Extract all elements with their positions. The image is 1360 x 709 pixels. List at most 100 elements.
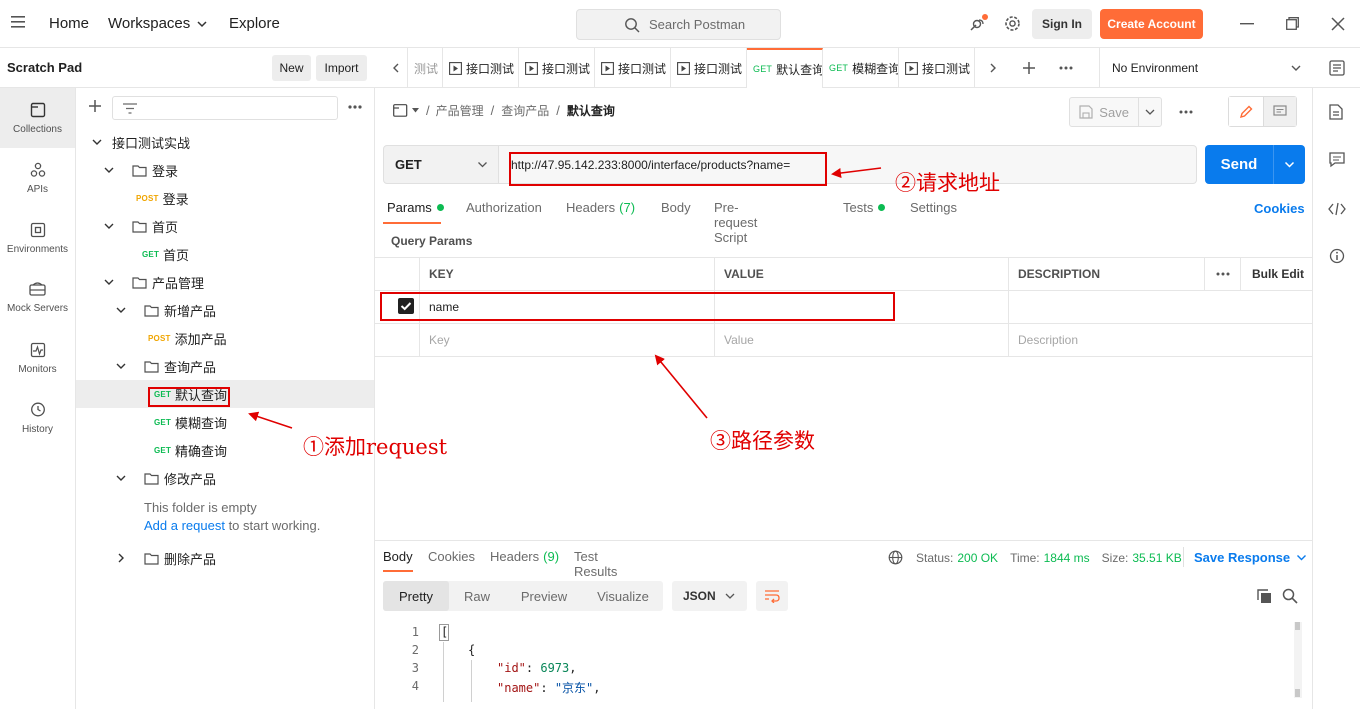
save-response-button[interactable]: Save Response [1194, 550, 1307, 565]
tab-tests[interactable]: Tests [843, 200, 886, 215]
tab-more-icon[interactable] [1059, 66, 1073, 70]
copy-icon[interactable] [1257, 589, 1272, 604]
tab-item[interactable]: GET 模糊查询 [823, 48, 899, 88]
breadcrumb-item[interactable]: 产品管理 [436, 102, 484, 119]
satellite-icon[interactable] [968, 14, 988, 34]
param-description-input[interactable] [1008, 290, 1312, 323]
response-tab-cookies[interactable]: Cookies [428, 549, 475, 564]
import-button[interactable]: Import [316, 55, 367, 81]
param-enabled-checkbox[interactable] [398, 298, 414, 314]
tab-headers[interactable]: Headers (7) [566, 200, 635, 215]
tab-item[interactable]: 接口测试 [443, 48, 519, 88]
close-icon[interactable] [1331, 17, 1345, 31]
tab-settings[interactable]: Settings [910, 200, 957, 215]
response-tab-test-results[interactable]: Test Results [574, 549, 617, 579]
caret-down-icon[interactable] [411, 106, 420, 115]
scrollbar-bottom-thumb[interactable] [1295, 689, 1300, 697]
rail-monitors[interactable]: Monitors [0, 328, 75, 388]
bulk-edit-button[interactable]: Bulk Edit [1242, 257, 1304, 290]
new-tab-plus-icon[interactable] [1022, 61, 1036, 75]
nav-explore[interactable]: Explore [229, 15, 280, 32]
url-input[interactable]: http://47.95.142.233:8000/interface/prod… [499, 145, 1197, 184]
tab-body[interactable]: Body [661, 200, 691, 215]
rail-environments[interactable]: Environments [0, 208, 75, 268]
response-search-icon[interactable] [1282, 588, 1298, 604]
documentation-icon[interactable] [1329, 104, 1343, 120]
sign-in-button[interactable]: Sign In [1032, 9, 1092, 39]
new-button[interactable]: New [272, 55, 311, 81]
send-dropdown[interactable] [1273, 145, 1305, 184]
send-button[interactable]: Send [1205, 145, 1273, 184]
tab-active-default-query[interactable]: GET 默认查询 [747, 48, 823, 88]
tree-request-home[interactable]: GET 首页 [76, 240, 374, 268]
tree-request-default-query[interactable]: GET 默认查询 [76, 380, 374, 408]
save-button[interactable]: Save [1070, 98, 1138, 126]
tree-collection[interactable]: 接口测试实战 [76, 128, 374, 156]
tree-folder-products[interactable]: 产品管理 [76, 268, 374, 296]
view-visualize[interactable]: Visualize [583, 581, 663, 611]
rail-mock-servers[interactable]: Mock Servers [0, 268, 75, 328]
new-param-description-input[interactable]: Description [1008, 323, 1312, 356]
code-icon[interactable] [1328, 202, 1346, 216]
tab-item[interactable]: 接口测试 [899, 48, 975, 88]
param-value-input[interactable] [714, 290, 1008, 323]
maximize-icon[interactable] [1286, 17, 1299, 30]
menu-icon[interactable] [11, 16, 25, 28]
rail-apis[interactable]: APIs [0, 148, 75, 208]
edit-mode-button[interactable] [1229, 97, 1263, 126]
tree-folder-delete[interactable]: 删除产品 [76, 544, 374, 572]
cookies-link[interactable]: Cookies [1254, 201, 1305, 216]
comments-icon[interactable] [1329, 152, 1345, 168]
environment-select[interactable]: No Environment [1099, 48, 1312, 88]
tab-item[interactable]: 接口测试 [595, 48, 671, 88]
rail-collections[interactable]: Collections [0, 88, 75, 148]
format-select[interactable]: JSON [672, 581, 747, 611]
wrap-lines-button[interactable] [756, 581, 788, 611]
tree-folder-home[interactable]: 首页 [76, 212, 374, 240]
tab-item[interactable]: 接口测试 [519, 48, 595, 88]
environment-quick-look-icon[interactable] [1329, 60, 1345, 76]
tab-item[interactable]: 接口测试 [671, 48, 747, 88]
chevron-right-icon[interactable] [988, 63, 998, 73]
tab-pre-request-script[interactable]: Pre-request Script [714, 200, 757, 245]
nav-workspaces[interactable]: Workspaces [108, 15, 208, 32]
view-pretty[interactable]: Pretty [383, 581, 449, 611]
comment-mode-button[interactable] [1262, 97, 1296, 126]
new-param-key-input[interactable]: Key [419, 323, 714, 356]
tree-folder-add[interactable]: 新增产品 [76, 296, 374, 324]
request-more-icon[interactable] [1179, 110, 1193, 114]
param-key-input[interactable]: name [419, 290, 714, 323]
method-select[interactable]: GET [383, 145, 499, 184]
tab-params[interactable]: Params [387, 200, 444, 215]
save-dropdown[interactable] [1138, 98, 1161, 126]
add-collection-icon[interactable] [88, 99, 102, 113]
add-request-link[interactable]: Add a request [144, 518, 225, 533]
view-raw[interactable]: Raw [449, 581, 505, 611]
tree-request-add-product[interactable]: POST 添加产品 [76, 324, 374, 352]
rail-history[interactable]: History [0, 388, 75, 448]
params-more-icon[interactable] [1216, 272, 1230, 276]
scrollbar-top-thumb[interactable] [1295, 622, 1300, 630]
search-bar[interactable]: Search Postman [576, 9, 781, 40]
filter-input[interactable] [112, 96, 338, 120]
info-icon[interactable] [1329, 248, 1345, 264]
tree-folder-login[interactable]: 登录 [76, 156, 374, 184]
code-scrollbar[interactable] [1294, 622, 1302, 698]
nav-home[interactable]: Home [49, 15, 89, 32]
response-tab-body[interactable]: Body [383, 549, 413, 564]
create-account-button[interactable]: Create Account [1100, 9, 1203, 39]
tab-authorization[interactable]: Authorization [466, 200, 542, 215]
breadcrumb-item[interactable]: 查询产品 [501, 102, 549, 119]
tree-request-login[interactable]: POST 登录 [76, 184, 374, 212]
tree-folder-edit[interactable]: 修改产品 [76, 464, 374, 492]
new-param-value-input[interactable]: Value [714, 323, 1008, 356]
more-options-icon[interactable] [348, 105, 362, 109]
tree-folder-query[interactable]: 查询产品 [76, 352, 374, 380]
globe-icon[interactable] [888, 550, 903, 565]
minimize-icon[interactable] [1240, 23, 1254, 25]
chevron-left-icon[interactable] [391, 63, 401, 73]
tab-item[interactable]: 测试 [407, 48, 443, 88]
view-preview[interactable]: Preview [505, 581, 583, 611]
settings-gear-icon[interactable] [1003, 14, 1022, 33]
response-tab-headers[interactable]: Headers (9) [490, 549, 559, 564]
